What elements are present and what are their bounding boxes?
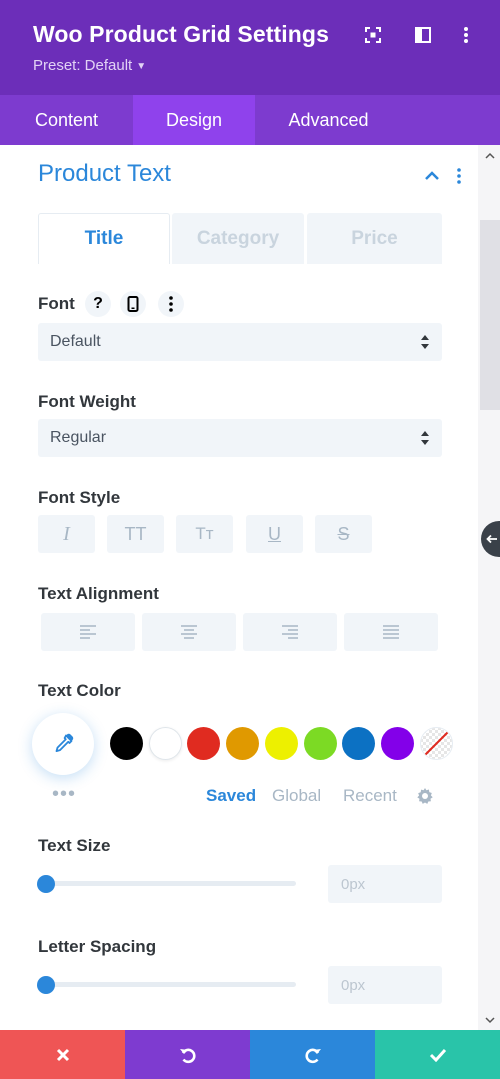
redo-button[interactable] xyxy=(250,1030,375,1079)
fullscreen-icon[interactable] xyxy=(362,24,384,46)
split-view-icon[interactable] xyxy=(412,24,434,46)
color-swatch[interactable] xyxy=(149,727,182,760)
font-weight-label: Font Weight xyxy=(38,392,136,411)
text-size-label: Text Size xyxy=(38,836,111,855)
font-value: Default xyxy=(50,333,101,350)
letter-spacing-value: 0px xyxy=(341,976,366,994)
color-swatch[interactable] xyxy=(304,727,337,760)
preset-label: Preset: Default xyxy=(33,57,133,74)
palette-settings-gear-icon[interactable] xyxy=(416,787,434,810)
strikethrough-button[interactable]: S xyxy=(315,515,372,553)
text-size-input[interactable]: 0px xyxy=(328,865,442,903)
text-size-value: 0px xyxy=(341,875,366,893)
more-colors-icon[interactable]: ••• xyxy=(52,783,76,806)
modal-title: Woo Product Grid Settings xyxy=(33,21,329,47)
uppercase-button[interactable]: TT xyxy=(107,515,164,553)
palette-tab-global[interactable]: Global xyxy=(272,786,321,806)
more-vertical-icon[interactable] xyxy=(455,24,477,46)
color-swatch[interactable] xyxy=(342,727,375,760)
font-label: Font xyxy=(38,294,75,313)
underline-button[interactable]: U xyxy=(246,515,303,553)
letter-spacing-input[interactable]: 0px xyxy=(328,966,442,1004)
scroll-down-icon[interactable] xyxy=(481,1013,499,1027)
chevron-up-icon[interactable] xyxy=(422,165,442,187)
text-size-slider-handle[interactable] xyxy=(37,875,55,893)
scrollbar-thumb[interactable] xyxy=(480,220,500,410)
caret-down-icon: ▼ xyxy=(136,61,147,72)
redo-icon xyxy=(304,1048,321,1063)
align-right-icon xyxy=(282,625,298,639)
align-justify-icon xyxy=(383,625,399,639)
tab-design[interactable]: Design xyxy=(133,95,255,145)
align-center-button[interactable] xyxy=(142,613,236,651)
font-more-icon[interactable] xyxy=(158,291,184,317)
settings-tabs: Content Design Advanced xyxy=(0,95,500,145)
text-alignment-label: Text Alignment xyxy=(38,584,159,603)
undo-icon xyxy=(179,1048,196,1063)
color-picker-button[interactable] xyxy=(32,713,94,775)
undo-button[interactable] xyxy=(125,1030,250,1079)
scroll-up-icon[interactable] xyxy=(481,148,499,162)
color-swatch[interactable] xyxy=(265,727,298,760)
font-weight-value: Regular xyxy=(50,429,107,446)
align-right-button[interactable] xyxy=(243,613,337,651)
arrow-left-icon xyxy=(486,534,497,544)
cancel-button[interactable] xyxy=(0,1030,125,1079)
font-weight-select[interactable]: Regular xyxy=(38,419,442,457)
color-swatch[interactable] xyxy=(381,727,414,760)
tab-content[interactable]: Content xyxy=(0,95,133,145)
transparent-swatch[interactable] xyxy=(420,727,453,760)
italic-button[interactable]: I xyxy=(38,515,95,553)
responsive-mobile-icon[interactable] xyxy=(120,291,146,317)
section-title[interactable]: Product Text xyxy=(38,160,171,188)
modal-header: Woo Product Grid Settings Preset: Defaul… xyxy=(0,0,500,95)
tab-advanced[interactable]: Advanced xyxy=(255,95,402,145)
subtab-title[interactable]: Title xyxy=(38,213,170,264)
capitalize-button[interactable]: Tт xyxy=(176,515,233,553)
subtab-price[interactable]: Price xyxy=(307,213,442,264)
text-size-slider-track[interactable] xyxy=(46,881,296,886)
palette-tab-saved[interactable]: Saved xyxy=(206,786,256,806)
help-icon[interactable]: ? xyxy=(85,291,111,317)
letter-spacing-slider-track[interactable] xyxy=(46,982,296,987)
font-select[interactable]: Default xyxy=(38,323,442,361)
select-arrows-icon xyxy=(421,335,429,349)
section-more-icon[interactable] xyxy=(455,165,463,187)
color-swatch[interactable] xyxy=(226,727,259,760)
align-justify-button[interactable] xyxy=(344,613,438,651)
bottom-action-bar xyxy=(0,1030,500,1079)
align-left-icon xyxy=(80,625,96,639)
align-center-icon xyxy=(181,625,197,639)
save-check-icon xyxy=(429,1048,446,1062)
letter-spacing-slider-handle[interactable] xyxy=(37,976,55,994)
preset-selector[interactable]: Preset: Default ▼ xyxy=(33,57,146,74)
color-swatch[interactable] xyxy=(110,727,143,760)
color-swatch[interactable] xyxy=(187,727,220,760)
palette-tab-recent[interactable]: Recent xyxy=(343,786,397,806)
cancel-icon xyxy=(56,1048,69,1061)
subtab-category[interactable]: Category xyxy=(172,213,304,264)
select-arrows-icon xyxy=(421,431,429,445)
letter-spacing-label: Letter Spacing xyxy=(38,937,157,956)
text-color-label: Text Color xyxy=(38,681,121,700)
align-left-button[interactable] xyxy=(41,613,135,651)
font-style-label: Font Style xyxy=(38,488,121,507)
eyedropper-icon xyxy=(55,733,74,752)
save-button[interactable] xyxy=(375,1030,500,1079)
